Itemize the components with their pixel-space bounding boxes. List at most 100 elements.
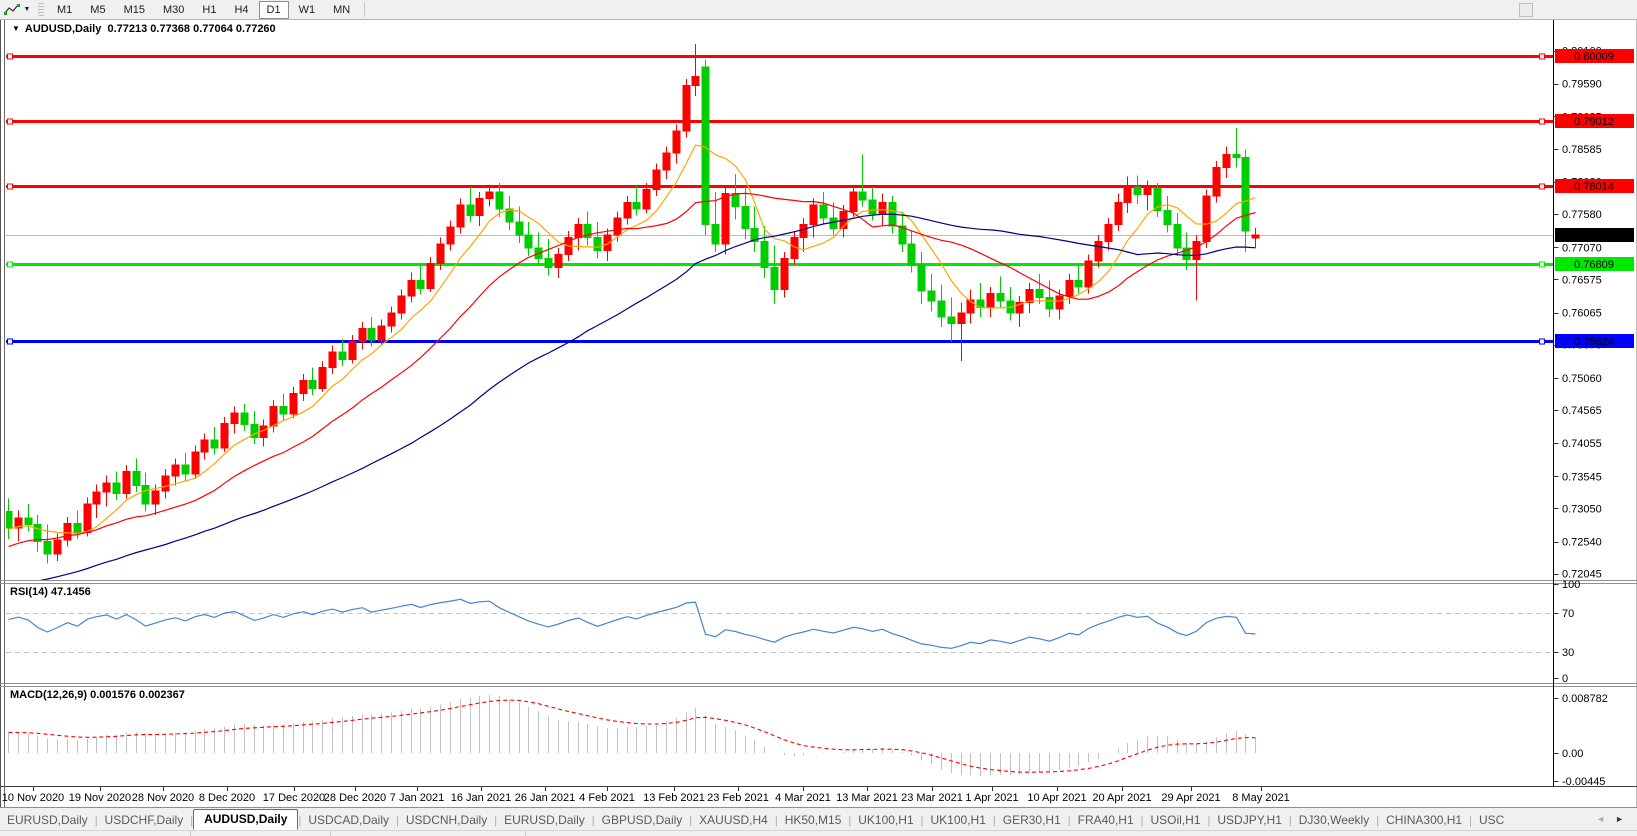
toolbar-grip-handle[interactable] bbox=[38, 2, 44, 17]
tab-scroll-left-icon[interactable]: ◄ bbox=[1591, 814, 1610, 824]
status-bar bbox=[0, 830, 1637, 836]
timeframe-button-MN[interactable]: MN bbox=[325, 1, 358, 19]
svg-text:0.77260: 0.77260 bbox=[1574, 230, 1614, 242]
chevron-down-icon[interactable]: ▼ bbox=[12, 24, 20, 33]
timeframe-toolbar: ▼ M1 M5 M15 M30 H1 H4 D1 W1 MN bbox=[0, 0, 1637, 20]
hline-anchor bbox=[7, 53, 13, 60]
timeframe-button-H4[interactable]: H4 bbox=[226, 1, 256, 19]
svg-text:16 Jan 2021: 16 Jan 2021 bbox=[451, 792, 512, 804]
svg-text:0.76575: 0.76575 bbox=[1562, 275, 1602, 287]
timeframe-button-W1[interactable]: W1 bbox=[291, 1, 324, 19]
svg-text:0.79012: 0.79012 bbox=[1574, 116, 1614, 128]
svg-text:28 Nov 2020: 28 Nov 2020 bbox=[132, 792, 194, 804]
chart-tab-usdcnh-daily[interactable]: USDCNH,Daily bbox=[399, 811, 494, 830]
hline-anchor bbox=[7, 338, 13, 345]
chart-tab-usoil-h1[interactable]: USOil,H1 bbox=[1144, 811, 1208, 830]
chart-tab-eurusd-daily[interactable]: EURUSD,Daily bbox=[497, 811, 592, 830]
main-price-panel[interactable] bbox=[5, 44, 1553, 590]
svg-text:19 Nov 2020: 19 Nov 2020 bbox=[69, 792, 131, 804]
chart-tab-gbpusd-daily[interactable]: GBPUSD,Daily bbox=[595, 811, 690, 830]
chart-tab-audusd-daily[interactable]: AUDUSD,Daily bbox=[193, 809, 299, 830]
svg-text:70: 70 bbox=[1562, 608, 1574, 620]
timeframe-button-M5[interactable]: M5 bbox=[82, 1, 113, 19]
line-studies-icon[interactable] bbox=[2, 2, 22, 17]
svg-text:0.72540: 0.72540 bbox=[1562, 537, 1602, 549]
svg-text:30: 30 bbox=[1562, 647, 1574, 659]
hline-anchor bbox=[1539, 338, 1545, 345]
chart-tab-usdcad-daily[interactable]: USDCAD,Daily bbox=[301, 811, 396, 830]
hline-anchor bbox=[1539, 261, 1545, 268]
moving-average-slow bbox=[39, 213, 1256, 580]
svg-text:10 Apr 2021: 10 Apr 2021 bbox=[1027, 792, 1086, 804]
timeframe-button-D1[interactable]: D1 bbox=[258, 0, 289, 19]
chart-tab-uk100-h1[interactable]: UK100,H1 bbox=[924, 811, 993, 830]
svg-text:13 Feb 2021: 13 Feb 2021 bbox=[643, 792, 705, 804]
tab-scroll-right-icon[interactable]: ► bbox=[1610, 814, 1629, 824]
macd-panel[interactable] bbox=[7, 695, 1257, 777]
svg-text:0.74565: 0.74565 bbox=[1562, 405, 1602, 417]
chart-tab-usdchf-daily[interactable]: USDCHF,Daily bbox=[98, 811, 191, 830]
svg-text:0.78585: 0.78585 bbox=[1562, 144, 1602, 156]
svg-text:10 Nov 2020: 10 Nov 2020 bbox=[2, 792, 64, 804]
svg-text:20 Apr 2021: 20 Apr 2021 bbox=[1092, 792, 1151, 804]
svg-text:100: 100 bbox=[1562, 579, 1580, 591]
svg-text:28 Dec 2020: 28 Dec 2020 bbox=[324, 792, 386, 804]
chart-symbol: AUDUSD,Daily bbox=[24, 23, 102, 35]
chart-tab-china300-h1[interactable]: CHINA300,H1 bbox=[1379, 811, 1469, 830]
svg-text:0.76809: 0.76809 bbox=[1574, 259, 1614, 271]
svg-text:-0.00445: -0.00445 bbox=[1562, 776, 1605, 788]
price-chart[interactable]: 0.801000.795900.790850.785850.780800.775… bbox=[0, 0, 1637, 836]
date-axis[interactable]: 10 Nov 2020 19 Nov 2020 28 Nov 2020 8 Dec 2… bbox=[2, 787, 1290, 804]
svg-text:1 Apr 2021: 1 Apr 2021 bbox=[965, 792, 1018, 804]
svg-text:0.73050: 0.73050 bbox=[1562, 503, 1602, 515]
svg-text:0.73545: 0.73545 bbox=[1562, 471, 1602, 483]
timeframe-button-M30[interactable]: M30 bbox=[155, 1, 192, 19]
svg-text:8 May 2021: 8 May 2021 bbox=[1232, 792, 1289, 804]
moving-average-medium bbox=[8, 192, 1256, 548]
svg-text:23 Feb 2021: 23 Feb 2021 bbox=[707, 792, 769, 804]
toolbar-overflow-button[interactable] bbox=[1519, 3, 1533, 17]
toolbar-separator bbox=[364, 2, 366, 17]
svg-text:0.77580: 0.77580 bbox=[1562, 209, 1602, 221]
svg-text:4 Feb 2021: 4 Feb 2021 bbox=[579, 792, 635, 804]
hline-anchor bbox=[7, 261, 13, 268]
timeframe-button-H1[interactable]: H1 bbox=[194, 1, 224, 19]
svg-text:29 Apr 2021: 29 Apr 2021 bbox=[1161, 792, 1220, 804]
chart-tab-usc[interactable]: USC bbox=[1472, 811, 1511, 830]
svg-text:0.80009: 0.80009 bbox=[1574, 51, 1614, 63]
timeframe-button-M15[interactable]: M15 bbox=[116, 1, 153, 19]
hline-anchor bbox=[1539, 183, 1545, 190]
hline-anchor bbox=[7, 118, 13, 125]
chart-tab-hk50-m15[interactable]: HK50,M15 bbox=[778, 811, 849, 830]
mt4-window: ▼ M1M5M15M30H1H4D1W1MN 0.801000.795900.7… bbox=[0, 0, 1637, 836]
svg-text:0: 0 bbox=[1562, 673, 1568, 685]
svg-text:7 Jan 2021: 7 Jan 2021 bbox=[390, 792, 444, 804]
svg-text:0.00: 0.00 bbox=[1562, 748, 1583, 760]
hline-anchor bbox=[7, 183, 13, 190]
svg-text:13 Mar 2021: 13 Mar 2021 bbox=[836, 792, 898, 804]
price-axis[interactable]: 0.801000.795900.790850.785850.780800.775… bbox=[1553, 46, 1635, 788]
chart-ohlc: 0.77213 0.77368 0.77064 0.77260 bbox=[107, 23, 276, 35]
svg-text:8 Dec 2020: 8 Dec 2020 bbox=[199, 792, 255, 804]
chart-tab-xauusd-h4[interactable]: XAUUSD,H4 bbox=[692, 811, 775, 830]
chart-tab-bar: EURUSD,Daily | USDCHF,Daily | AUDUSD,Daily | U… bbox=[0, 807, 1637, 830]
rsi-line bbox=[8, 598, 1256, 649]
rsi-panel[interactable] bbox=[6, 598, 1553, 653]
chart-tab-eurusd-daily[interactable]: EURUSD,Daily bbox=[0, 811, 95, 830]
chart-title: ▼ AUDUSD,Daily 0.77213 0.77368 0.77064 0.… bbox=[12, 23, 276, 35]
timeframe-button-M1[interactable]: M1 bbox=[49, 1, 80, 19]
chart-tab-usdjpy-h1[interactable]: USDJPY,H1 bbox=[1210, 811, 1288, 830]
svg-text:23 Mar 2021: 23 Mar 2021 bbox=[901, 792, 963, 804]
svg-text:17 Dec 2020: 17 Dec 2020 bbox=[263, 792, 325, 804]
svg-text:4 Mar 2021: 4 Mar 2021 bbox=[775, 792, 831, 804]
chart-tab-dj30-weekly[interactable]: DJ30,Weekly bbox=[1292, 811, 1376, 830]
chart-tab-ger30-h1[interactable]: GER30,H1 bbox=[996, 811, 1068, 830]
chart-tab-fra40-h1[interactable]: FRA40,H1 bbox=[1071, 811, 1141, 830]
svg-text:0.75624: 0.75624 bbox=[1574, 336, 1614, 348]
hline-anchor bbox=[1539, 118, 1545, 125]
svg-text:0.76065: 0.76065 bbox=[1562, 308, 1602, 320]
svg-text:0.78014: 0.78014 bbox=[1574, 181, 1614, 193]
rsi-indicator-label: RSI(14) 47.1456 bbox=[10, 586, 91, 598]
chart-tab-uk100-h1[interactable]: UK100,H1 bbox=[851, 811, 920, 830]
chevron-down-icon[interactable]: ▼ bbox=[22, 6, 32, 13]
